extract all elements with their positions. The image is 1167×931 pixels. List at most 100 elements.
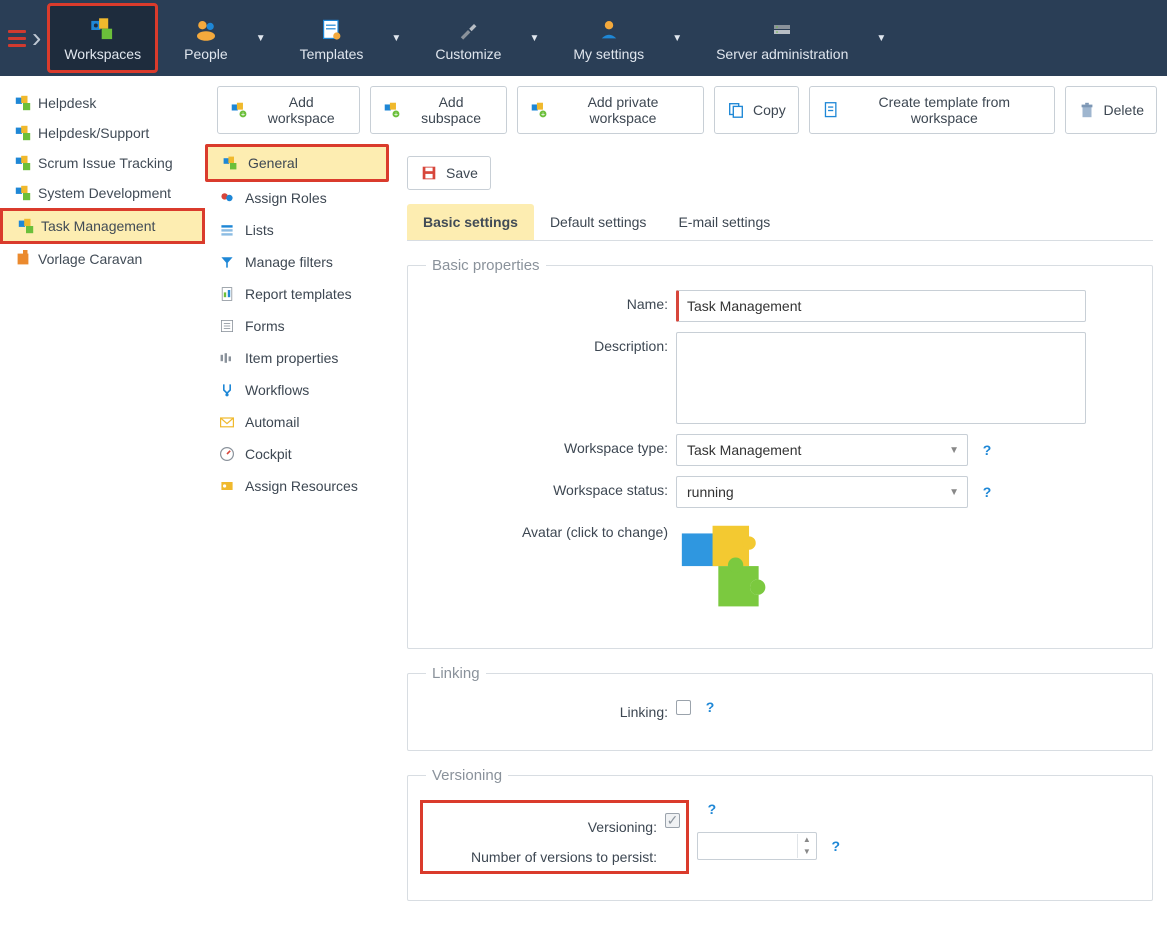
nav-server-admin[interactable]: Server administration xyxy=(702,3,862,73)
step-up-icon[interactable]: ▲ xyxy=(798,834,816,846)
nav-templates-caret-icon[interactable]: ▼ xyxy=(383,33,409,44)
workspace-status-select[interactable]: running ▼ xyxy=(676,476,968,508)
puzzle-icon xyxy=(14,184,32,202)
nav-templates-label: Templates xyxy=(300,46,364,62)
nav-my-settings[interactable]: My settings xyxy=(559,3,658,73)
subnav-label: Lists xyxy=(245,222,274,238)
sidebar-item-task-management[interactable]: Task Management xyxy=(0,208,205,244)
svg-text:+: + xyxy=(394,112,398,119)
sidebar-item-vorlage[interactable]: Vorlage Caravan xyxy=(0,244,205,274)
sidebar-item-helpdesk-support[interactable]: Helpdesk/Support xyxy=(0,118,205,148)
forms-icon xyxy=(219,318,235,334)
label-linking: Linking: xyxy=(426,698,676,720)
linking-checkbox[interactable] xyxy=(676,700,691,715)
help-icon[interactable]: ? xyxy=(701,698,719,716)
form-area: Save Basic settings Default settings E-m… xyxy=(395,144,1167,931)
sidebar-item-helpdesk[interactable]: Helpdesk xyxy=(0,88,205,118)
svg-text:+: + xyxy=(241,112,245,119)
nav-people-caret-icon[interactable]: ▼ xyxy=(248,33,274,44)
nav-server-admin-caret-icon[interactable]: ▼ xyxy=(868,33,894,44)
subnav-forms[interactable]: Forms xyxy=(205,310,389,342)
subnav-label: Automail xyxy=(245,414,299,430)
sidebar-item-label: Helpdesk/Support xyxy=(38,125,149,141)
subnav-manage-filters[interactable]: Manage filters xyxy=(205,246,389,278)
sidebar-item-system-dev[interactable]: System Development xyxy=(0,178,205,208)
help-icon[interactable]: ? xyxy=(978,483,996,501)
main: Helpdesk Helpdesk/Support Scrum Issue Tr… xyxy=(0,76,1167,819)
label-workspace-type: Workspace type: xyxy=(426,434,676,456)
hamburger-icon[interactable] xyxy=(8,30,26,47)
subnav-lists[interactable]: Lists xyxy=(205,214,389,246)
gauge-icon xyxy=(219,446,235,462)
add-subspace-button[interactable]: + Add subspace xyxy=(370,86,506,134)
add-workspace-button[interactable]: + Add workspace xyxy=(217,86,360,134)
button-label: Add workspace xyxy=(255,94,347,126)
subnav-workflows[interactable]: Workflows xyxy=(205,374,389,406)
subnav-label: General xyxy=(248,155,298,171)
subnav-cockpit[interactable]: Cockpit xyxy=(205,438,389,470)
workspace-type-select[interactable]: Task Management ▼ xyxy=(676,434,968,466)
description-textarea[interactable] xyxy=(676,332,1086,424)
breadcrumb-chevron-icon: › xyxy=(32,22,41,54)
subnav-item-properties[interactable]: Item properties xyxy=(205,342,389,374)
label-avatar: Avatar (click to change) xyxy=(426,518,676,540)
tab-email-settings[interactable]: E-mail settings xyxy=(662,204,786,240)
subnav-automail[interactable]: Automail xyxy=(205,406,389,438)
nav-customize[interactable]: Customize xyxy=(421,3,515,73)
nav-people[interactable]: People xyxy=(170,3,242,73)
save-button[interactable]: Save xyxy=(407,156,491,190)
subnav-label: Workflows xyxy=(245,382,309,398)
top-nav: › Workspaces People ▼ Templates ▼ xyxy=(0,0,1167,76)
help-icon[interactable]: ? xyxy=(978,441,996,459)
versioning-checkbox: ✓ xyxy=(665,813,680,828)
subnav-report-templates[interactable]: Report templates xyxy=(205,278,389,310)
add-private-icon: + xyxy=(530,101,547,119)
subnav-assign-resources[interactable]: Assign Resources xyxy=(205,470,389,502)
create-template-button[interactable]: Create template from workspace xyxy=(809,86,1055,134)
tab-default-settings[interactable]: Default settings xyxy=(534,204,663,240)
subnav-label: Manage filters xyxy=(245,254,333,270)
workspaces-icon xyxy=(89,17,117,43)
delete-button[interactable]: Delete xyxy=(1065,86,1157,134)
puzzle-icon xyxy=(14,154,32,172)
report-icon xyxy=(219,286,235,302)
tab-basic-settings[interactable]: Basic settings xyxy=(407,204,534,240)
legend-basic: Basic properties xyxy=(426,257,546,274)
customize-icon xyxy=(454,17,482,43)
sidebar-item-scrum[interactable]: Scrum Issue Tracking xyxy=(0,148,205,178)
select-value: Task Management xyxy=(687,442,801,458)
nav-my-settings-caret-icon[interactable]: ▼ xyxy=(664,33,690,44)
nav-workspaces[interactable]: Workspaces xyxy=(47,3,158,73)
puzzle-icon xyxy=(17,217,35,235)
step-down-icon[interactable]: ▼ xyxy=(798,846,816,858)
chevron-down-icon: ▼ xyxy=(949,445,959,456)
fieldset-basic-properties: Basic properties Name: Description: xyxy=(407,257,1153,649)
nav-customize-label: Customize xyxy=(435,46,501,62)
filter-icon xyxy=(219,254,235,270)
sidebar-item-label: Vorlage Caravan xyxy=(38,251,142,267)
add-private-workspace-button[interactable]: + Add private workspace xyxy=(517,86,704,134)
label-versioning: Versioning: xyxy=(429,813,665,835)
avatar-image[interactable] xyxy=(676,518,776,618)
subnav-label: Assign Resources xyxy=(245,478,358,494)
button-label: Copy xyxy=(753,102,786,118)
save-icon xyxy=(420,164,438,182)
copy-icon xyxy=(727,101,745,119)
versions-persist-stepper[interactable]: ▲▼ xyxy=(697,832,817,860)
subnav-general[interactable]: General xyxy=(205,144,389,182)
server-icon xyxy=(768,17,796,43)
nav-people-label: People xyxy=(184,46,228,62)
name-input[interactable] xyxy=(676,290,1086,322)
button-label: Add private workspace xyxy=(555,94,691,126)
puzzle-icon xyxy=(14,124,32,142)
fieldset-versioning: Versioning Versioning: ✓ Number of versi… xyxy=(407,767,1153,901)
subnav-assign-roles[interactable]: Assign Roles xyxy=(205,182,389,214)
label-name: Name: xyxy=(426,290,676,312)
select-value: running xyxy=(687,484,734,500)
nav-templates[interactable]: Templates xyxy=(286,3,378,73)
help-icon[interactable]: ? xyxy=(703,800,721,818)
help-icon[interactable]: ? xyxy=(827,837,845,855)
nav-customize-caret-icon[interactable]: ▼ xyxy=(521,33,547,44)
nav-my-settings-label: My settings xyxy=(573,46,644,62)
copy-button[interactable]: Copy xyxy=(714,86,799,134)
